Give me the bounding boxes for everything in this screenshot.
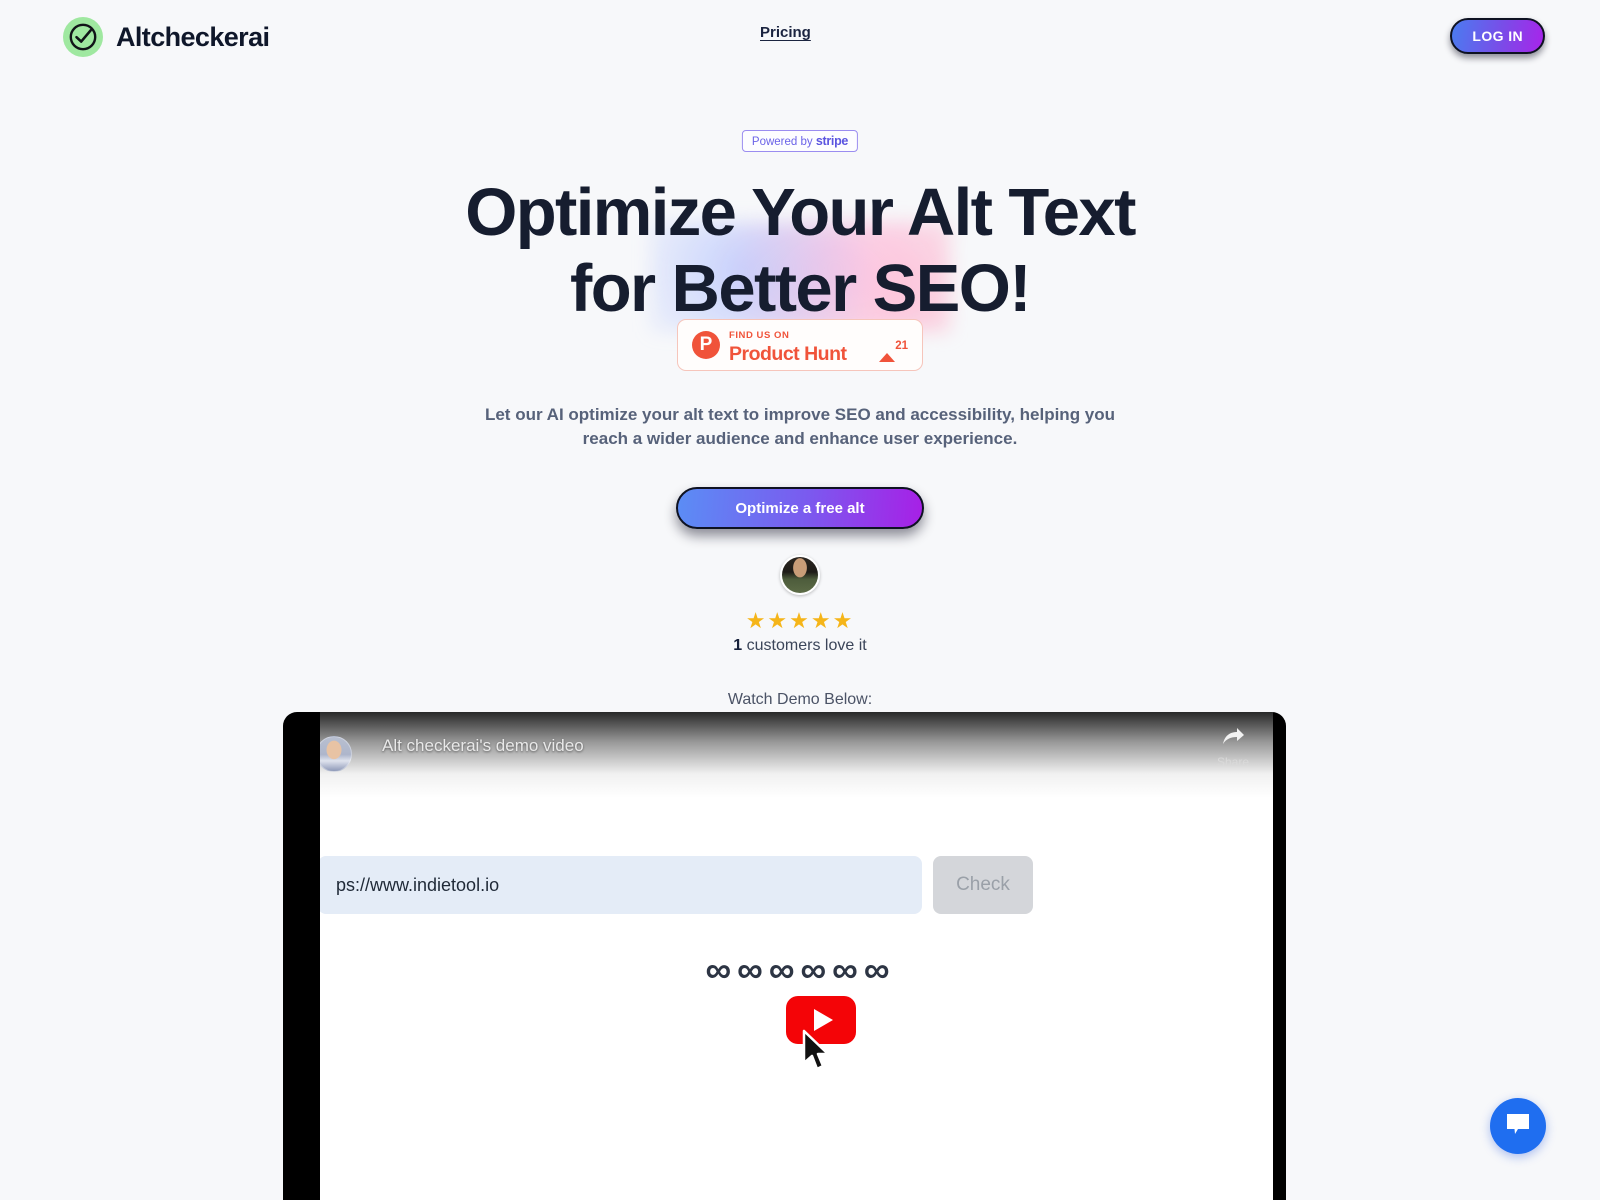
product-hunt-top-label: FIND US ON [729, 330, 790, 341]
play-triangle [813, 1009, 833, 1031]
hero-subtitle: Let our AI optimize your alt text to imp… [484, 405, 1116, 448]
login-button[interactable]: LOG IN [1450, 18, 1545, 54]
brand-logo-link[interactable]: Altcheckerai [63, 17, 270, 57]
site-header: Altcheckerai Pricing LOG IN [0, 0, 1600, 72]
demo-video-player[interactable]: Alt checkerai's demo video Share ps://ww… [283, 712, 1286, 1200]
avatar [780, 555, 820, 595]
stripe-badge-prefix: Powered by [751, 136, 813, 148]
video-check-button[interactable]: Check [933, 856, 1033, 914]
product-hunt-upvote[interactable]: 21 [877, 336, 908, 362]
video-url-input[interactable]: ps://www.indietool.io [320, 856, 922, 914]
chat-bubble-icon [1504, 1111, 1532, 1142]
mouse-cursor-icon [800, 1029, 834, 1080]
brand-name: Altcheckerai [116, 21, 270, 52]
share-arrow-icon [1205, 726, 1261, 753]
loading-glyphs: ∞ ∞ ∞ ∞ ∞ ∞ [705, 952, 890, 986]
rating-summary: 1 customers love it [600, 637, 1000, 655]
stripe-badge-brand: stripe [815, 134, 849, 148]
caret-up-icon [879, 336, 896, 362]
hero-title-accent: SEO! [872, 251, 1032, 326]
page-title: Optimize Your Alt Text for Better SEO! [0, 175, 1600, 327]
hero-title-line-1: Optimize Your Alt Text [465, 175, 1136, 250]
product-hunt-upvote-count: 21 [895, 340, 908, 352]
video-content: Alt checkerai's demo video Share ps://ww… [320, 712, 1273, 1200]
nav-link-pricing[interactable]: Pricing [760, 24, 811, 41]
check-circle-icon [63, 17, 103, 57]
rating-count: 1 [733, 637, 743, 654]
watch-demo-label: Watch Demo Below: [727, 691, 873, 708]
product-hunt-main-label: Product Hunt [729, 343, 847, 365]
product-hunt-badge[interactable]: P FIND US ON Product Hunt 21 [677, 319, 923, 371]
optimize-free-alt-button[interactable]: Optimize a free alt [676, 487, 924, 529]
share-label: Share [1216, 755, 1250, 769]
hero-title-line-2-pre: for Better [570, 251, 873, 326]
share-button[interactable]: Share [1205, 726, 1261, 769]
avatar-image [782, 557, 818, 593]
landing-page: Altcheckerai Pricing LOG IN Powered by s… [0, 0, 1600, 1200]
product-hunt-logo-icon: P [692, 331, 720, 359]
product-hunt-text: FIND US ON Product Hunt [729, 325, 877, 365]
chat-widget-button[interactable] [1490, 1098, 1546, 1154]
rating-label: customers love it [742, 637, 867, 654]
stripe-badge: Powered by stripe [741, 130, 859, 152]
video-title[interactable]: Alt checkerai's demo video [382, 736, 584, 756]
rating-stars: ★★★★★ [745, 608, 855, 633]
